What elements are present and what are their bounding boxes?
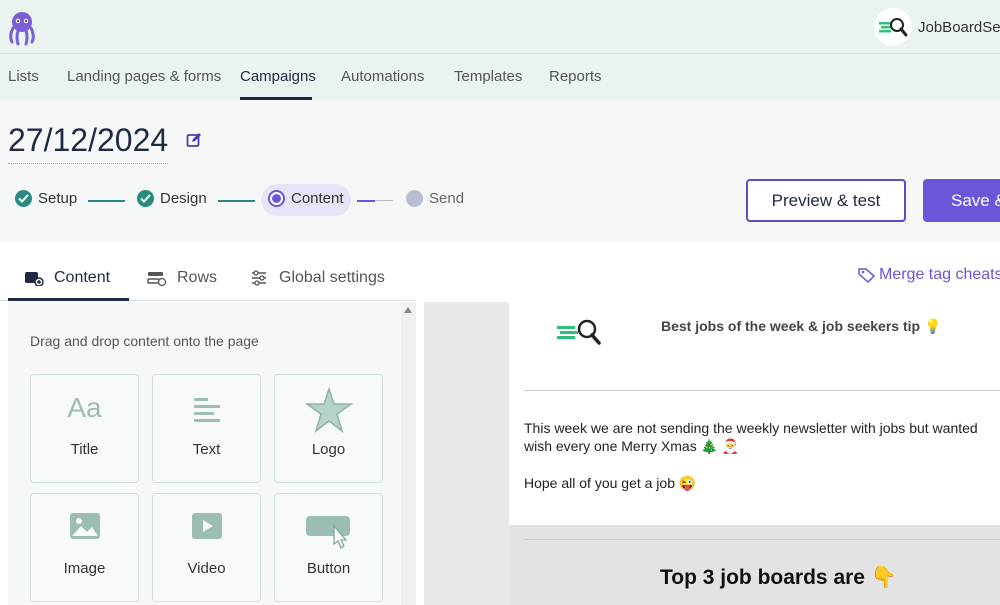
tab-active-indicator [8,298,129,301]
merge-tag-label: Merge tag cheats [879,266,1000,283]
email-paragraph-2[interactable]: wish every one Merry Xmas 🎄 🎅 [524,438,739,455]
step-send-label: Send [429,190,465,207]
preview-test-button[interactable]: Preview & test [746,179,906,222]
tab-global-settings[interactable]: Global settings [251,269,385,287]
tab-rows-label: Rows [177,269,218,286]
nav-reports[interactable]: Reports [549,68,602,85]
starfish-icon [275,387,382,433]
step-setup-label: Setup [38,190,78,207]
tab-content[interactable]: Content [24,269,110,287]
save-button[interactable]: Save & [923,179,1000,222]
scroll-up-icon[interactable] [404,307,412,313]
block-text[interactable]: Text [152,374,261,483]
block-button-label: Button [306,560,351,577]
step-send[interactable]: Send [406,190,464,207]
top-bar [0,0,1000,54]
block-title[interactable]: Aa Title [30,374,139,483]
rows-icon [147,272,167,286]
block-title-label: Title [70,441,99,458]
sliders-icon [252,270,266,286]
step-content[interactable]: Content [268,190,344,207]
video-icon [153,512,260,540]
merge-tag-link[interactable]: Merge tag cheats [858,266,1000,284]
step-connector [218,200,255,202]
jobboard-logo-icon[interactable] [555,318,603,351]
check-icon [15,190,32,207]
text-lines-icon [153,393,260,423]
block-logo[interactable]: Logo [274,374,383,483]
octopus-logo-icon[interactable] [6,10,38,46]
nav-templates[interactable]: Templates [454,68,522,85]
nav-automations[interactable]: Automations [341,68,424,85]
account-menu[interactable]: JobBoardSea [874,8,1000,46]
image-icon [31,512,138,540]
step-content-label: Content [291,190,344,207]
check-icon [137,190,154,207]
email-section[interactable] [509,525,1000,605]
step-connector [88,200,125,202]
account-name: JobBoardSea [918,18,1000,36]
email-section-divider [524,539,1000,540]
button-click-icon [275,514,382,550]
block-button[interactable]: Button [274,493,383,602]
tab-global-label: Global settings [279,269,385,286]
email-paragraph-1[interactable]: This week we are not sending the weekly … [524,420,978,436]
tab-content-label: Content [54,269,111,286]
account-avatar [874,8,912,46]
step-setup[interactable]: Setup [15,190,77,207]
nav-lists[interactable]: Lists [8,68,39,85]
block-video[interactable]: Video [152,493,261,602]
campaign-title[interactable]: 27/12/2024 [8,122,169,164]
step-connector [375,200,393,201]
panel-scrollbar[interactable] [401,302,416,605]
step-design[interactable]: Design [137,190,207,207]
email-section-title[interactable]: Top 3 job boards are 👇 [660,566,897,590]
nav-landing-pages[interactable]: Landing pages & forms [67,68,221,85]
content-block-icon [25,272,44,286]
block-logo-label: Logo [311,441,346,458]
nav-campaigns[interactable]: Campaigns [240,68,316,85]
block-text-label: Text [192,441,221,458]
block-image[interactable]: Image [30,493,139,602]
tag-icon [858,268,876,283]
title-block-icon: Aa [67,392,102,423]
block-video-label: Video [187,560,226,577]
panel-hint: Drag and drop content onto the page [30,333,259,349]
email-divider [524,390,1000,391]
tab-rows[interactable]: Rows [147,269,217,287]
step-design-label: Design [160,190,207,207]
email-paragraph-3[interactable]: Hope all of you get a job 😜 [524,475,696,492]
pending-step-icon [406,190,423,207]
block-image-label: Image [63,560,106,577]
edit-icon[interactable] [186,132,202,153]
step-connector-active [357,200,375,202]
current-step-icon [268,190,285,207]
email-heading[interactable]: Best jobs of the week & job seekers tip … [661,318,941,335]
